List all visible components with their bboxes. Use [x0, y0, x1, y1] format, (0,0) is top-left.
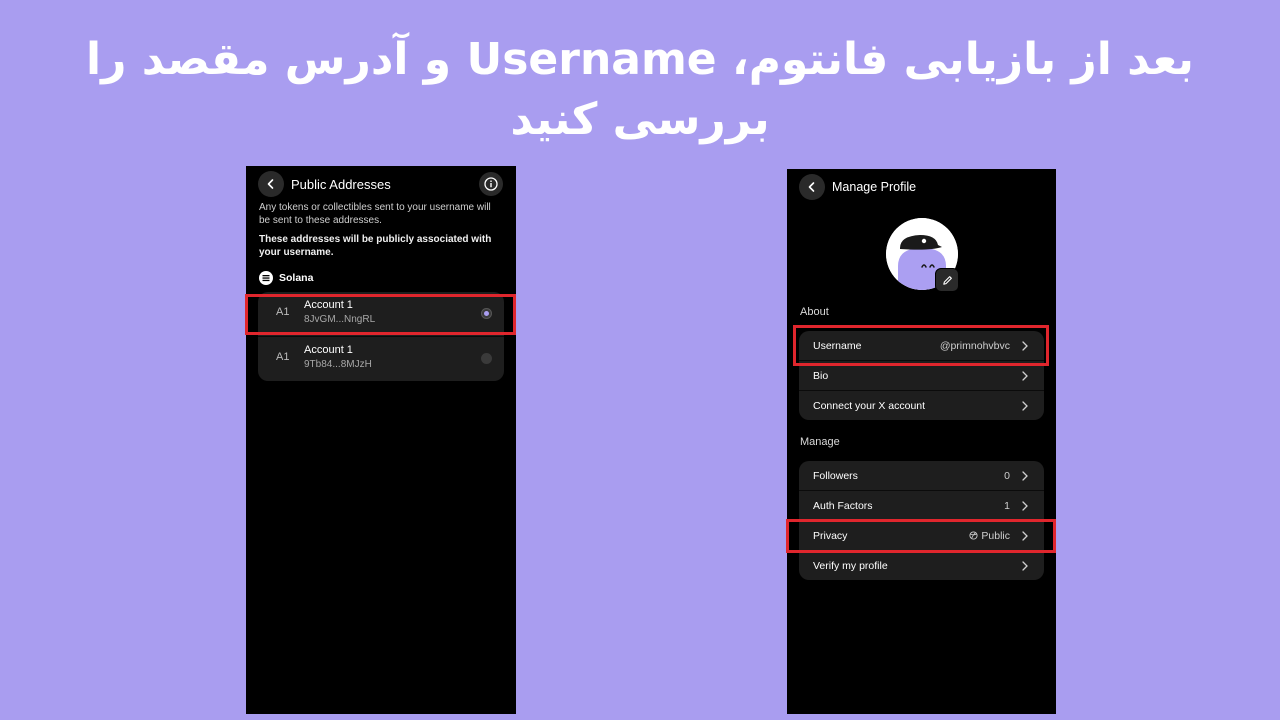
privacy-row[interactable]: Privacy Public: [799, 520, 1044, 550]
manage-group: Followers 0 Auth Factors 1 Privacy Publi…: [799, 461, 1044, 580]
auth-factors-row[interactable]: Auth Factors 1: [799, 490, 1044, 520]
chevron-right-icon: [1020, 470, 1030, 481]
account-name: Account 1: [304, 344, 353, 356]
accounts-list: A1 Account 1 8JvGM...NngRL A1 Account 1 …: [258, 292, 504, 381]
privacy-value-text: Public: [981, 529, 1010, 542]
account-avatar: A1: [276, 351, 290, 363]
chevron-right-icon: [1020, 500, 1030, 511]
back-arrow-icon: [808, 182, 815, 192]
account-radio[interactable]: [481, 353, 492, 364]
info-icon: [484, 177, 498, 191]
chevron-right-icon: [1020, 560, 1030, 571]
row-label: Auth Factors: [813, 499, 873, 512]
chevron-right-icon: [1020, 340, 1030, 351]
row-label: Followers: [813, 469, 858, 482]
username-row[interactable]: Username @primnohvbvc: [799, 331, 1044, 360]
info-button[interactable]: [479, 172, 503, 196]
page-title: Public Addresses: [291, 177, 391, 192]
account-radio-selected[interactable]: [481, 308, 492, 319]
chain-header: Solana: [259, 271, 313, 285]
account-name: Account 1: [304, 299, 353, 311]
bio-row[interactable]: Bio: [799, 360, 1044, 390]
account-avatar: A1: [276, 306, 290, 318]
account-row[interactable]: A1 Account 1 8JvGM...NngRL: [258, 292, 504, 336]
row-label: Username: [813, 339, 862, 352]
about-group: Username @primnohvbvc Bio Connect your X…: [799, 331, 1044, 420]
row-label: Connect your X account: [813, 399, 926, 412]
manage-section-label: Manage: [800, 436, 840, 448]
edit-avatar-button[interactable]: [935, 268, 959, 292]
username-value: @primnohvbvc: [939, 339, 1010, 352]
verify-profile-row[interactable]: Verify my profile: [799, 550, 1044, 580]
chevron-right-icon: [1020, 400, 1030, 411]
account-address: 8JvGM...NngRL: [304, 314, 376, 325]
connect-x-row[interactable]: Connect your X account: [799, 390, 1044, 420]
globe-icon: [969, 531, 978, 540]
manage-profile-screen: Manage Profile About Username @primnohvb…: [787, 169, 1056, 714]
chain-label: Solana: [279, 272, 314, 284]
row-label: Verify my profile: [813, 559, 888, 572]
public-addresses-screen: Public Addresses Any tokens or collectib…: [246, 166, 516, 714]
headline: بعد از بازیابی فانتوم، Username و آدرس م…: [86, 34, 1194, 145]
edit-pencil-icon: [942, 275, 952, 285]
followers-row[interactable]: Followers 0: [799, 461, 1044, 490]
row-label: Privacy: [813, 529, 848, 542]
account-row[interactable]: A1 Account 1 9Tb84...8MJzH: [258, 336, 504, 381]
page-title: Manage Profile: [832, 180, 917, 194]
back-arrow-icon: [267, 179, 274, 189]
chevron-right-icon: [1020, 530, 1030, 541]
auth-factors-count: 1: [1004, 499, 1010, 512]
description-text: Any tokens or collectibles sent to your …: [259, 202, 491, 226]
row-label: Bio: [813, 369, 829, 382]
followers-count: 0: [1004, 469, 1010, 482]
account-address: 9Tb84...8MJzH: [304, 359, 372, 370]
about-section-label: About: [800, 306, 829, 318]
chevron-right-icon: [1020, 370, 1030, 381]
public-note-text: These addresses will be publicly associa…: [259, 234, 492, 258]
back-button[interactable]: [258, 171, 284, 197]
privacy-value: Public: [969, 530, 1010, 542]
solana-icon: [259, 271, 273, 285]
back-button[interactable]: [799, 174, 825, 200]
